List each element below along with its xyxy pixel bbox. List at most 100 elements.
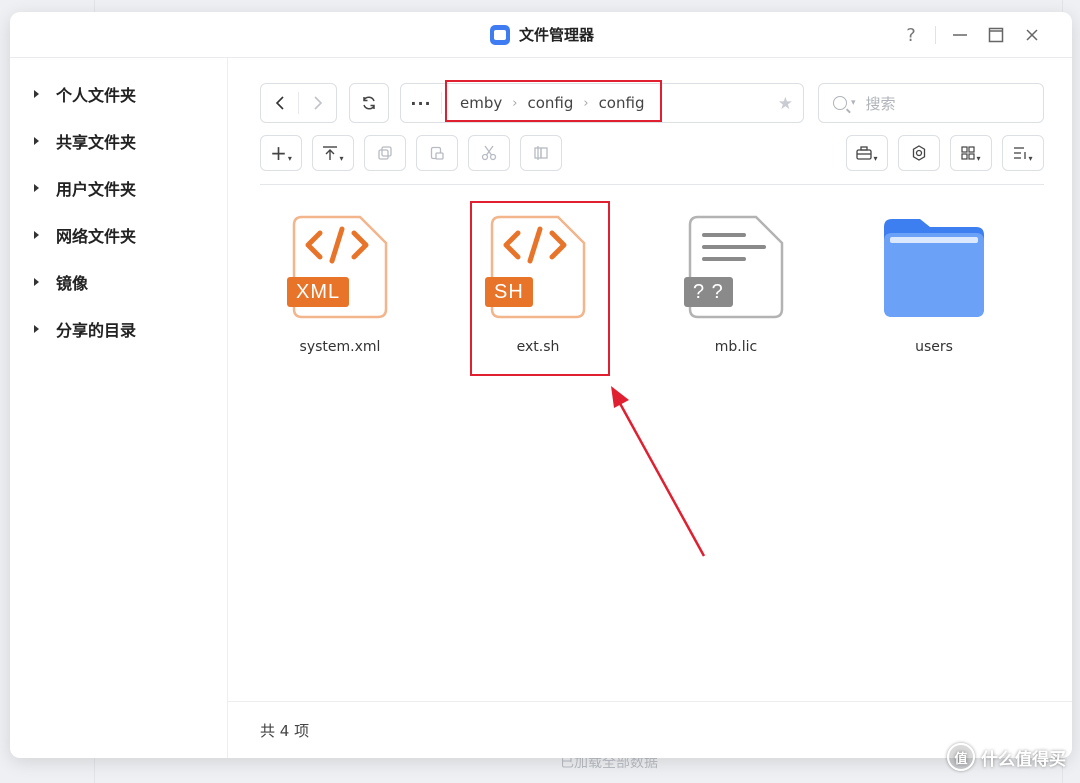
sidebar-item-users[interactable]: 用户文件夹	[10, 164, 227, 211]
folder-name: users	[915, 339, 953, 355]
favorite-star-icon[interactable]: ★	[778, 94, 793, 114]
title-divider	[935, 26, 936, 44]
upload-button[interactable]: ▾	[312, 135, 354, 171]
move-button[interactable]	[520, 135, 562, 171]
file-manager-window: 文件管理器 ? 个人文件夹 共享文件夹 用户文件夹 网络文件夹 镜像 分享的目录	[10, 12, 1072, 758]
search-input[interactable]: ▾ 搜索	[818, 83, 1044, 123]
toolbar-divider	[260, 184, 1044, 185]
search-placeholder: 搜索	[865, 94, 896, 113]
maximize-icon	[988, 27, 1004, 43]
file-type-badge: SH	[485, 277, 533, 307]
dropdown-icon: ▾	[339, 153, 344, 163]
chevron-right-icon	[313, 96, 322, 110]
maximize-button[interactable]	[978, 22, 1014, 48]
breadcrumb-item[interactable]: emby	[460, 94, 502, 112]
new-button[interactable]: + ▾	[260, 135, 302, 171]
dropdown-icon: ▾	[976, 153, 981, 163]
search-icon	[833, 96, 847, 110]
sidebar-item-image[interactable]: 镜像	[10, 258, 227, 305]
watermark: 值 什么值得买	[947, 743, 1066, 771]
path-bar: ··· emby › config › config ★	[400, 83, 804, 123]
unknown-file-icon: ? ?	[684, 215, 784, 319]
paste-button[interactable]	[416, 135, 458, 171]
sidebar-item-shared-dirs[interactable]: 分享的目录	[10, 305, 227, 352]
expand-caret-icon[interactable]	[34, 136, 39, 145]
folder-icon	[882, 215, 986, 319]
scissors-icon	[481, 145, 497, 161]
breadcrumb: emby › config › config	[460, 94, 644, 112]
file-item[interactable]: ? ? mb.lic	[666, 215, 806, 355]
sidebar-item-shared[interactable]: 共享文件夹	[10, 117, 227, 164]
watermark-text: 什么值得买	[981, 749, 1066, 770]
dropdown-icon: ▾	[287, 153, 292, 163]
expand-caret-icon[interactable]	[34, 230, 39, 239]
gear-icon	[912, 145, 926, 161]
close-icon	[1026, 29, 1038, 41]
copy-button[interactable]	[364, 135, 406, 171]
plus-icon: +	[270, 141, 287, 165]
more-path-button[interactable]: ···	[401, 94, 441, 113]
file-item-selected[interactable]: SH ext.sh	[468, 215, 608, 355]
file-type-badge: ? ?	[684, 277, 733, 307]
file-item[interactable]: XML system.xml	[270, 215, 410, 355]
expand-caret-icon[interactable]	[34, 277, 39, 286]
briefcase-button[interactable]: ▾	[846, 135, 888, 171]
sidebar-item-network[interactable]: 网络文件夹	[10, 211, 227, 258]
chevron-left-icon	[275, 96, 284, 110]
minimize-icon	[953, 34, 967, 36]
sidebar: 个人文件夹 共享文件夹 用户文件夹 网络文件夹 镜像 分享的目录	[10, 58, 228, 758]
file-name: mb.lic	[714, 339, 758, 355]
window-controls: ?	[893, 22, 1050, 48]
file-manager-app-icon	[490, 24, 510, 45]
xml-file-icon: XML	[287, 215, 388, 319]
cut-button[interactable]	[468, 135, 510, 171]
move-icon	[534, 146, 548, 160]
paste-icon	[430, 146, 444, 160]
sidebar-item-label: 个人文件夹	[56, 85, 137, 105]
sort-button[interactable]: ▾	[1002, 135, 1044, 171]
sort-icon	[1014, 147, 1027, 159]
watermark-logo: 值	[947, 743, 975, 771]
minimize-button[interactable]	[942, 22, 978, 48]
sidebar-item-label: 分享的目录	[56, 320, 137, 340]
dropdown-icon: ▾	[1028, 153, 1033, 163]
help-button[interactable]: ?	[893, 22, 929, 48]
breadcrumb-item-current[interactable]: config	[599, 94, 645, 112]
main-pane: ··· emby › config › config ★ ▾ 搜索 +▾ ▾	[228, 58, 1072, 758]
folder-item[interactable]: users	[864, 215, 1004, 355]
shell-file-icon: SH	[485, 215, 586, 319]
expand-caret-icon[interactable]	[34, 183, 39, 192]
view-mode-button[interactable]: ▾	[950, 135, 992, 171]
refresh-button[interactable]	[349, 83, 389, 123]
copy-icon	[378, 146, 392, 160]
breadcrumb-separator: ›	[512, 95, 518, 111]
file-name: ext.sh	[516, 339, 560, 355]
title-bar: 文件管理器 ?	[10, 12, 1072, 58]
close-button[interactable]	[1014, 22, 1050, 48]
sidebar-item-label: 网络文件夹	[56, 226, 137, 246]
expand-caret-icon[interactable]	[34, 324, 39, 333]
back-button[interactable]	[261, 84, 298, 122]
upload-icon	[323, 146, 338, 160]
expand-caret-icon[interactable]	[34, 89, 39, 98]
search-scope-dropdown-icon[interactable]: ▾	[851, 98, 856, 108]
window-title: 文件管理器	[519, 26, 595, 44]
file-name: system.xml	[299, 339, 381, 355]
path-divider	[441, 92, 442, 114]
refresh-icon	[363, 96, 375, 110]
settings-button[interactable]	[898, 135, 940, 171]
breadcrumb-separator: ›	[583, 95, 589, 111]
forward-button[interactable]	[299, 84, 336, 122]
dropdown-icon: ▾	[873, 153, 878, 163]
breadcrumb-item[interactable]: config	[527, 94, 573, 112]
sidebar-item-label: 用户文件夹	[56, 179, 137, 199]
nav-button-group	[260, 83, 337, 123]
sidebar-item-personal[interactable]: 个人文件夹	[10, 70, 227, 117]
sidebar-item-label: 共享文件夹	[56, 132, 137, 152]
app-title: 文件管理器	[490, 24, 594, 45]
sidebar-item-label: 镜像	[56, 273, 89, 293]
status-bar: 共 4 项	[228, 701, 1072, 758]
item-count: 共 4 项	[260, 722, 310, 740]
briefcase-icon	[856, 146, 873, 160]
grid-view-icon	[961, 146, 976, 160]
